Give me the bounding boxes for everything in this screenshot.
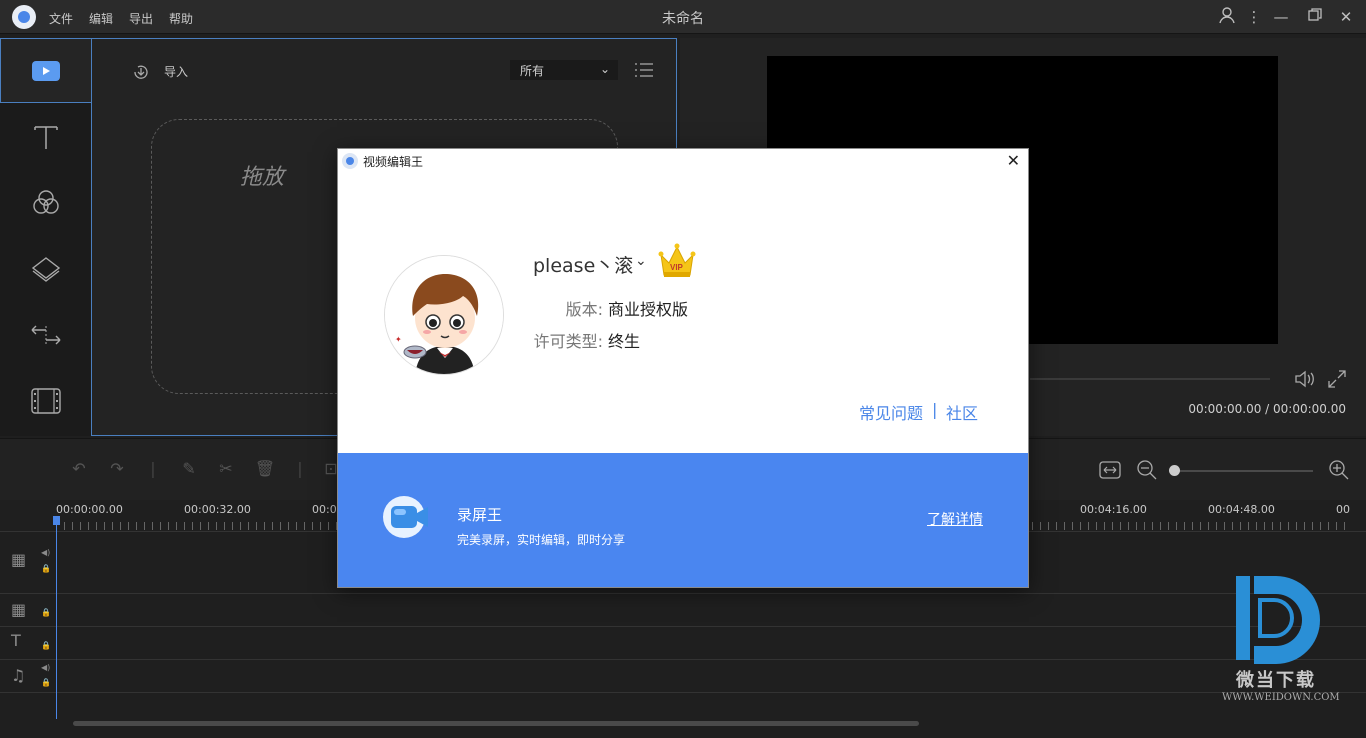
link-separator: | [932, 400, 938, 419]
playhead[interactable] [56, 516, 57, 719]
promo-banner: 录屏王 完美录屏，实时编辑，即时分享 了解详情 [338, 453, 1028, 587]
learn-more-link[interactable]: 了解详情 [927, 509, 983, 529]
fit-timeline-icon[interactable] [1099, 461, 1121, 479]
filter-value: 所有 [520, 64, 545, 78]
film-icon [30, 388, 61, 414]
edit-pencil-icon[interactable]: ✎ [178, 459, 200, 481]
app-logo-icon [342, 153, 358, 169]
account-icon[interactable] [1216, 6, 1238, 28]
import-icon [134, 65, 148, 79]
lock-icon[interactable]: 🔒 [41, 678, 51, 687]
overlay-icon [31, 257, 60, 282]
tick-label: 00:04:48.00 [1208, 503, 1275, 516]
tick-label: 00:00:00.00 [56, 503, 123, 516]
cut-icon[interactable]: ✂ [215, 459, 237, 481]
volume-icon[interactable]: ◀) [41, 548, 50, 557]
account-dialog: 视频编辑王 ✕ ✦ please丶滚 ⌄ VIP 版本: 商业授权版 许可类型:… [337, 148, 1029, 588]
tick-label: 00:04:16.00 [1080, 503, 1147, 516]
faq-link[interactable]: 常见问题 [859, 400, 923, 424]
redo-icon[interactable]: ↷ [106, 459, 128, 481]
avatar-cartoon: ✦ [385, 256, 503, 374]
dialog-title: 视频编辑王 [363, 155, 424, 169]
track-divider [0, 692, 1366, 693]
sidebar-filters[interactable] [0, 172, 91, 234]
toolbar-divider: | [297, 459, 303, 478]
lock-icon[interactable]: 🔒 [41, 641, 51, 650]
zoom-slider-knob[interactable] [1169, 465, 1180, 476]
svg-text:✦: ✦ [395, 335, 402, 344]
sidebar-media[interactable] [0, 38, 91, 103]
zoom-out-icon[interactable] [1137, 460, 1157, 480]
toolbar-divider: | [150, 459, 156, 478]
zoom-slider[interactable] [1173, 470, 1313, 472]
more-options-icon[interactable]: ⋮ [1243, 6, 1265, 28]
tick-label: 00 [1336, 503, 1350, 516]
license-label: 许可类型: [533, 332, 603, 351]
watermark-text: 微当下载 [1236, 670, 1316, 691]
close-icon[interactable]: ✕ [1335, 6, 1357, 28]
zoom-in-icon[interactable] [1329, 460, 1349, 480]
screen-recorder-icon[interactable] [382, 493, 434, 541]
community-link[interactable]: 社区 [946, 400, 978, 424]
tick-label: 00:00:32.00 [184, 503, 251, 516]
audio-track[interactable]: ♫ ◀) 🔒 [0, 659, 1366, 692]
minimize-icon[interactable]: — [1270, 6, 1292, 28]
import-label: 导入 [164, 65, 189, 79]
chevron-down-icon: ⌄ [599, 62, 610, 76]
video-track-overlay[interactable]: ▦ 🔒 [0, 593, 1366, 626]
restore-icon[interactable] [1304, 6, 1326, 28]
media-icon [32, 60, 60, 81]
media-filter-select[interactable]: 所有 ⌄ [510, 60, 618, 80]
sidebar-transitions[interactable] [0, 304, 91, 366]
filters-icon [32, 190, 59, 214]
sidebar-overlays[interactable] [0, 238, 91, 300]
text-icon [33, 126, 58, 149]
dialog-close-icon[interactable]: ✕ [1007, 151, 1020, 170]
text-track[interactable]: T 🔒 [0, 626, 1366, 659]
drop-hint-text: 拖放 [240, 165, 285, 190]
left-sidebar [0, 38, 91, 436]
volume-icon[interactable] [1294, 369, 1316, 389]
sidebar-elements[interactable] [0, 370, 91, 432]
text-track-icon: T [11, 631, 21, 650]
music-icon: ♫ [11, 666, 26, 685]
transition-icon [31, 325, 60, 345]
version-value: 商业授权版 [608, 300, 689, 319]
delete-icon[interactable]: 🗑 [254, 459, 276, 481]
vip-badge-text: VIP [670, 263, 684, 272]
avatar[interactable]: ✦ [384, 255, 504, 375]
preview-progress-bar[interactable] [1030, 378, 1270, 380]
lock-icon[interactable]: 🔒 [41, 564, 51, 573]
list-view-icon[interactable] [635, 62, 653, 78]
timeline-horizontal-scrollbar[interactable] [73, 721, 919, 726]
vip-crown-icon: VIP [658, 243, 696, 277]
lock-icon[interactable]: 🔒 [41, 608, 51, 617]
promo-subtitle: 完美录屏，实时编辑，即时分享 [457, 533, 626, 547]
volume-icon[interactable]: ◀) [41, 663, 50, 672]
username: please丶滚 [533, 255, 634, 277]
version-label: 版本: [565, 300, 603, 319]
video-track-icon: ▦ [11, 600, 27, 619]
watermark-url: WWW.WEIDOWN.COM [1222, 692, 1340, 703]
sidebar-text[interactable] [0, 106, 91, 168]
license-value: 终生 [608, 332, 641, 351]
window-title: 未命名 [662, 11, 704, 27]
import-button[interactable]: 导入 [132, 63, 188, 80]
watermark-logo [1236, 576, 1320, 664]
video-track-icon: ▦ [11, 550, 27, 569]
dialog-title-bar: 视频编辑王 ✕ [338, 149, 1028, 173]
time-readout: 00:00:00.00 / 00:00:00.00 [1188, 402, 1346, 416]
fullscreen-icon[interactable] [1328, 370, 1346, 388]
watermark: 微当下载 WWW.WEIDOWN.COM [1220, 570, 1340, 710]
undo-icon[interactable]: ↶ [68, 459, 90, 481]
title-bar: 文件 编辑 导出 帮助 未命名 ⋮ — ✕ [0, 0, 1366, 34]
promo-title: 录屏王 [457, 506, 503, 524]
chevron-down-icon[interactable]: ⌄ [635, 253, 647, 269]
